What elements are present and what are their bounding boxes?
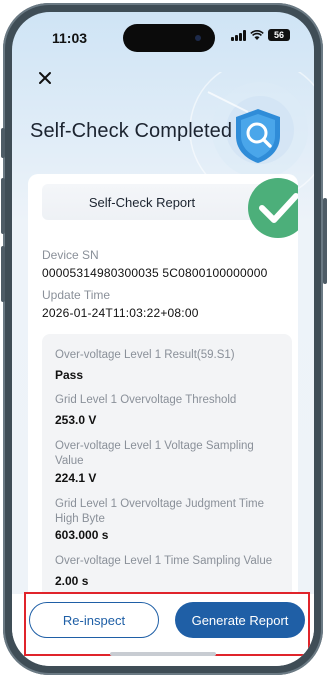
power-button xyxy=(323,198,327,284)
report-title: Self-Check Report xyxy=(88,195,196,210)
status-time: 11:03 xyxy=(52,30,88,46)
signal-icon xyxy=(231,29,246,41)
device-sn-value: 00005314980300035 5C0800100000000 xyxy=(42,266,268,280)
results-list: Over-voltage Level 1 Result(59.S1) Pass … xyxy=(42,334,292,594)
update-time-label: Update Time xyxy=(42,288,111,302)
update-time-value: 2026-01-24T11:03:22+08:00 xyxy=(42,306,199,320)
result-value: 2.00 s xyxy=(55,574,89,588)
shield-search-icon xyxy=(236,109,280,163)
generate-report-button[interactable]: Generate Report xyxy=(175,602,305,638)
result-value: 603.000 s xyxy=(55,528,109,542)
page-title: Self-Check Completed xyxy=(30,120,233,142)
result-value: Pass xyxy=(55,368,84,382)
result-label: Over-voltage Level 1 Voltage Sampling Va… xyxy=(55,440,254,467)
check-icon xyxy=(248,178,298,238)
reinspect-button[interactable]: Re-inspect xyxy=(29,602,159,638)
result-value: 224.1 V xyxy=(55,471,97,485)
result-label: Over-voltage Level 1 Result(59.S1) xyxy=(55,349,235,361)
report-header: Self-Check Report xyxy=(42,178,298,238)
self-check-report-card: Self-Check Report Device SN 000053149803… xyxy=(28,174,298,594)
result-label: Over-voltage Level 1 Time Sampling Value xyxy=(55,555,273,567)
close-icon[interactable] xyxy=(36,69,54,87)
mute-switch xyxy=(1,128,5,158)
wifi-icon xyxy=(250,29,264,40)
camera-dot xyxy=(195,35,201,41)
home-indicator xyxy=(110,652,216,656)
dynamic-island xyxy=(123,24,215,52)
status-icons: 56 xyxy=(231,29,290,41)
result-label: Grid Level 1 Overvoltage Threshold xyxy=(55,394,237,406)
device-sn-label: Device SN xyxy=(42,248,99,262)
status-bar: 11:03 56 xyxy=(12,12,314,58)
volume-down-button xyxy=(1,246,5,302)
app-screen: 11:03 56 Self-Check Completed Self-Check… xyxy=(12,12,314,666)
battery-icon: 56 xyxy=(268,29,290,41)
result-value: 253.0 V xyxy=(55,413,97,427)
result-label: Grid Level 1 Overvoltage Judgment Time H… xyxy=(55,498,265,525)
volume-up-button xyxy=(1,178,5,234)
